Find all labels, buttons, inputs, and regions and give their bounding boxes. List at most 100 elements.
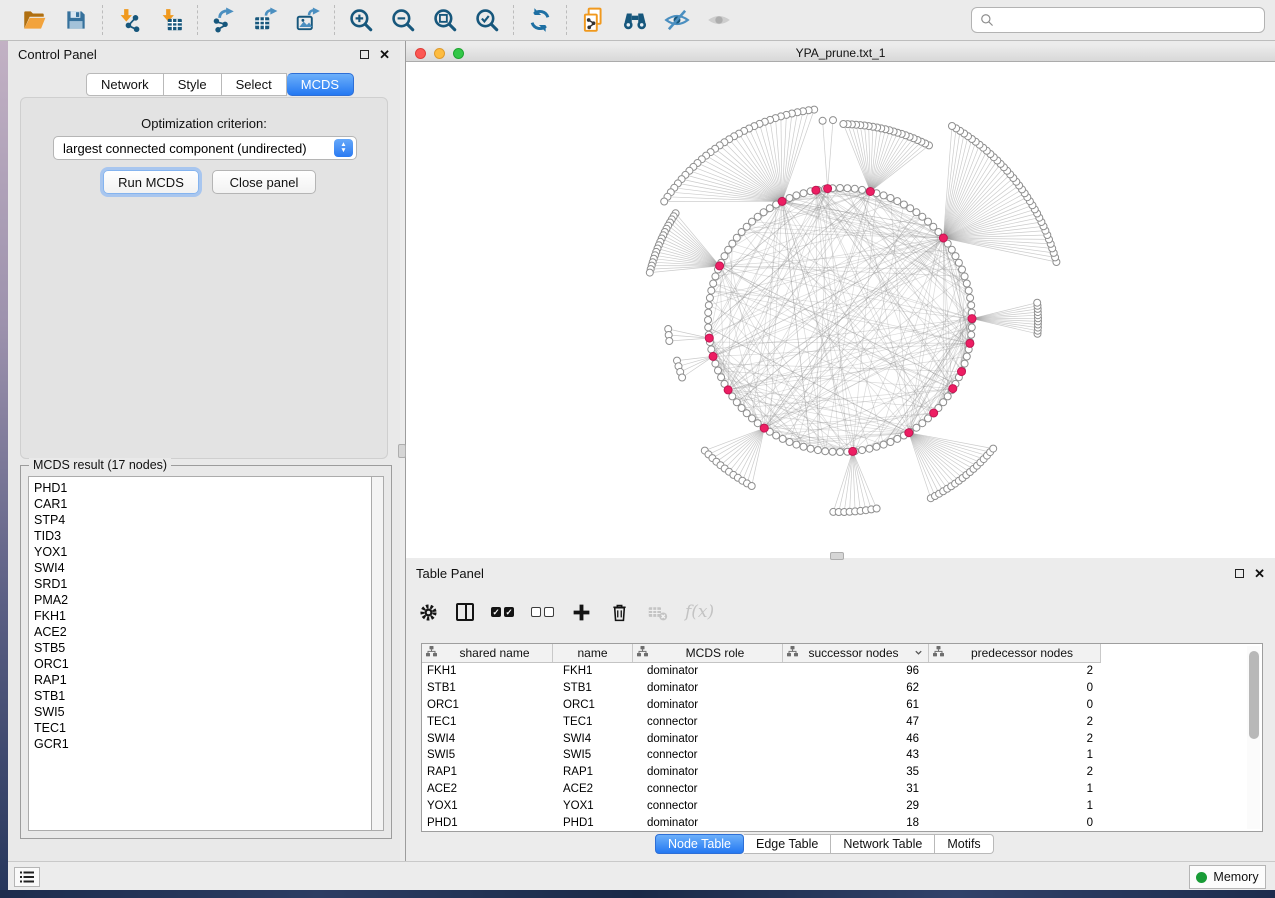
float-panel-icon[interactable] <box>360 50 369 59</box>
table-scrollbar[interactable] <box>1247 646 1260 829</box>
search-box[interactable] <box>971 7 1265 33</box>
task-history-button[interactable] <box>14 867 40 887</box>
import-table-icon[interactable] <box>156 5 186 35</box>
import-network-icon[interactable] <box>114 5 144 35</box>
table-row[interactable]: PHD1PHD1dominator180 <box>422 814 1246 831</box>
zoom-in-icon[interactable] <box>346 5 376 35</box>
column-header-name[interactable]: name <box>553 644 633 662</box>
tab-node-table[interactable]: Node Table <box>655 834 744 854</box>
table-cell: 61 <box>783 699 929 711</box>
run-mcds-button[interactable]: Run MCDS <box>103 170 199 194</box>
toolbar-group <box>514 5 566 35</box>
zoom-fit-icon[interactable] <box>430 5 460 35</box>
tab-select[interactable]: Select <box>222 73 287 96</box>
table-cell: 2 <box>929 766 1101 778</box>
mcds-result-scrollbar[interactable] <box>372 476 384 831</box>
zoom-selected-icon[interactable] <box>472 5 502 35</box>
close-panel-icon[interactable]: ✕ <box>379 50 390 59</box>
mcds-panel: Optimization criterion: largest connecte… <box>20 97 388 459</box>
table-cell: 96 <box>783 665 929 677</box>
table-row[interactable]: SWI4SWI4dominator462 <box>422 730 1246 747</box>
delete-column-icon[interactable] <box>609 600 630 624</box>
result-node[interactable]: CAR1 <box>34 496 371 512</box>
search-input[interactable] <box>1000 13 1256 28</box>
result-node[interactable]: PHD1 <box>34 480 371 496</box>
optimization-criterion-select[interactable]: largest connected component (undirected)… <box>53 136 357 160</box>
tab-network[interactable]: Network <box>86 73 164 96</box>
tab-edge-table[interactable]: Edge Table <box>744 834 831 854</box>
table-row[interactable]: YOX1YOX1connector291 <box>422 797 1246 814</box>
table-cell: 1 <box>929 783 1101 795</box>
result-node[interactable]: SWI4 <box>34 560 371 576</box>
close-panel-button[interactable]: Close panel <box>212 170 316 194</box>
export-table-icon[interactable] <box>251 5 281 35</box>
horizontal-splitter-handle[interactable] <box>830 552 844 560</box>
refresh-view-icon[interactable] <box>525 5 555 35</box>
result-node[interactable]: ORC1 <box>34 656 371 672</box>
table-row[interactable]: RAP1RAP1dominator352 <box>422 764 1246 781</box>
find-objects-icon[interactable] <box>620 5 650 35</box>
table-cell: SWI5 <box>422 749 553 761</box>
table-cell: ORC1 <box>553 699 633 711</box>
result-node[interactable]: GCR1 <box>34 736 371 752</box>
table-row[interactable]: STB1STB1dominator620 <box>422 680 1246 697</box>
result-node[interactable]: TEC1 <box>34 720 371 736</box>
table-cell: dominator <box>633 766 783 778</box>
function-builder-icon: f(x) <box>685 600 714 624</box>
result-node[interactable]: FKH1 <box>34 608 371 624</box>
tab-mcds[interactable]: MCDS <box>287 73 354 96</box>
column-header-MCDS-role[interactable]: MCDS role <box>633 644 783 662</box>
table-cell: connector <box>633 716 783 728</box>
column-header-shared-name[interactable]: shared name <box>422 644 553 662</box>
toolbar-group <box>103 5 197 35</box>
column-header-successor-nodes[interactable]: successor nodes <box>783 644 929 662</box>
close-table-panel-icon[interactable]: ✕ <box>1254 569 1265 578</box>
float-table-panel-icon[interactable] <box>1235 569 1244 578</box>
desktop-background-bottom <box>0 890 1275 898</box>
table-row[interactable]: ORC1ORC1dominator610 <box>422 697 1246 714</box>
table-row[interactable]: SWI5SWI5connector431 <box>422 747 1246 764</box>
deselect-all-icon[interactable] <box>531 600 554 624</box>
table-row[interactable]: FKH1FKH1dominator962 <box>422 663 1246 680</box>
table-cell: 18 <box>783 817 929 829</box>
table-settings-icon[interactable] <box>418 600 439 624</box>
vertical-splitter-handle[interactable] <box>398 444 406 458</box>
export-network-icon[interactable] <box>209 5 239 35</box>
table-scrollbar-thumb[interactable] <box>1249 651 1259 739</box>
open-file-icon[interactable] <box>19 5 49 35</box>
result-node[interactable]: PMA2 <box>34 592 371 608</box>
new-network-from-selection-icon[interactable] <box>578 5 608 35</box>
result-node[interactable]: STP4 <box>34 512 371 528</box>
memory-button[interactable]: Memory <box>1189 865 1266 889</box>
mcds-result-list[interactable]: PHD1CAR1STP4TID3YOX1SWI4SRD1PMA2FKH1ACE2… <box>28 476 372 831</box>
result-node[interactable]: SRD1 <box>34 576 371 592</box>
tab-motifs[interactable]: Motifs <box>935 834 993 854</box>
network-graph[interactable] <box>406 62 1275 558</box>
network-window-titlebar[interactable]: YPA_prune.txt_1 <box>406 45 1275 62</box>
tab-style[interactable]: Style <box>164 73 222 96</box>
table-panel: Table Panel ✕ ✓✓f(x) shared namenameMCDS… <box>406 560 1275 861</box>
result-node[interactable]: YOX1 <box>34 544 371 560</box>
table-row[interactable]: TEC1TEC1connector472 <box>422 713 1246 730</box>
table-cell: 0 <box>929 682 1101 694</box>
export-image-icon[interactable] <box>293 5 323 35</box>
table-cell: dominator <box>633 817 783 829</box>
show-columns-icon[interactable] <box>456 600 474 624</box>
table-row[interactable]: ACE2ACE2connector311 <box>422 781 1246 798</box>
zoom-out-icon[interactable] <box>388 5 418 35</box>
result-node[interactable]: ACE2 <box>34 624 371 640</box>
add-column-icon[interactable] <box>571 600 592 624</box>
hide-selected-icon[interactable] <box>662 5 692 35</box>
result-node[interactable]: SWI5 <box>34 704 371 720</box>
optimization-criterion-value: largest connected component (undirected) <box>54 141 334 156</box>
result-node[interactable]: STB5 <box>34 640 371 656</box>
optimization-criterion-label: Optimization criterion: <box>21 116 387 131</box>
result-node[interactable]: STB1 <box>34 688 371 704</box>
save-session-icon[interactable] <box>61 5 91 35</box>
result-node[interactable]: TID3 <box>34 528 371 544</box>
select-all-icon[interactable]: ✓✓ <box>491 600 514 624</box>
tab-network-table[interactable]: Network Table <box>831 834 935 854</box>
column-header-predecessor-nodes[interactable]: predecessor nodes <box>929 644 1101 662</box>
network-canvas[interactable] <box>406 62 1275 558</box>
result-node[interactable]: RAP1 <box>34 672 371 688</box>
